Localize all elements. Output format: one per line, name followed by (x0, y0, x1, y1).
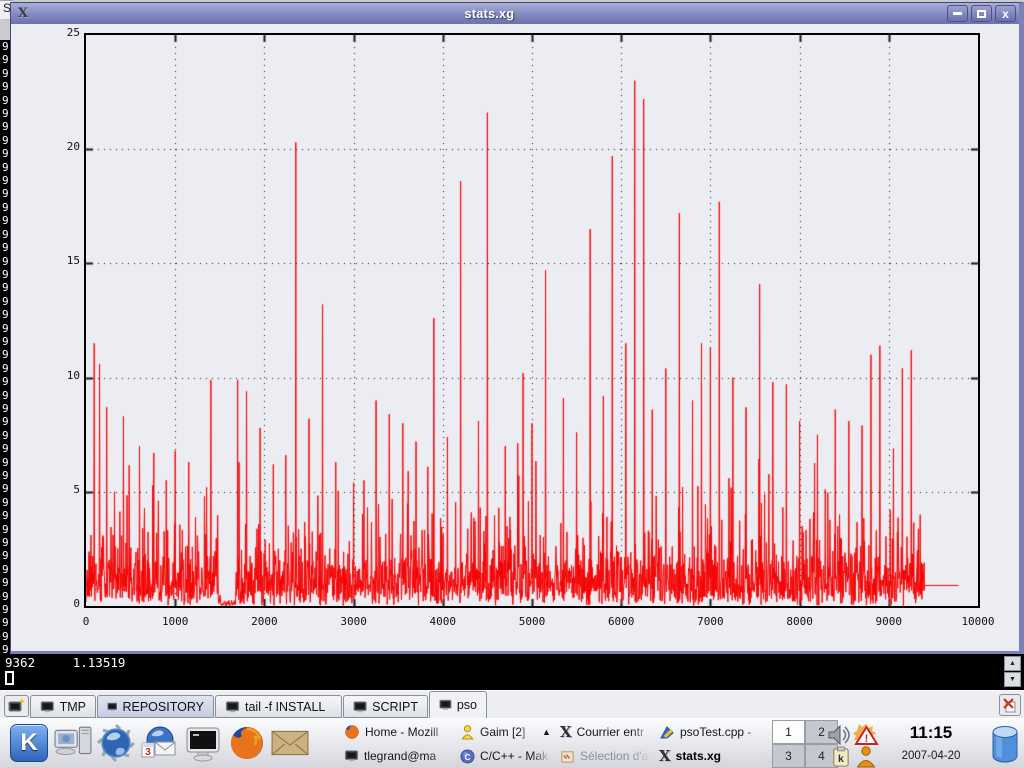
firefox-icon (344, 724, 360, 740)
taskbar-courrier[interactable]: X Courrier entr (556, 721, 653, 743)
speaker-icon (826, 723, 850, 747)
tab-pso[interactable]: pso (429, 691, 487, 718)
titlebar[interactable]: X stats.xg x (11, 3, 1019, 24)
konsole-icon (184, 724, 222, 762)
scroll-down-icon: ▼ (1009, 676, 1016, 683)
show-desktop-button[interactable] (52, 722, 94, 764)
firefox-icon (228, 724, 266, 762)
close-session-button[interactable] (999, 694, 1021, 716)
taskbar-label: Sélection d'a (580, 749, 648, 763)
taskbar-group-arrow-button[interactable]: ▲ (538, 721, 554, 743)
mail-launcher-button[interactable] (269, 722, 311, 764)
scroll-up-button[interactable]: ▲ (1004, 656, 1021, 671)
plot-frame (84, 33, 980, 608)
terminal-icon (225, 700, 240, 714)
tab-tail-install[interactable]: tail -f INSTALL (215, 695, 342, 718)
pager-label: 4 (818, 749, 825, 763)
pager-desktop-1[interactable]: 1 (772, 720, 805, 744)
tab-label: tail -f INSTALL (245, 700, 325, 714)
tab-label: pso (457, 698, 477, 712)
taskbar-label: psoTest.cpp - (680, 725, 751, 739)
cpp-icon: C (460, 749, 475, 764)
taskbar-gaim[interactable]: Gaim [2] (456, 721, 536, 743)
terminal-icon (40, 700, 55, 714)
x-app-icon: X (659, 749, 671, 764)
klipper-tray-button[interactable]: k (830, 746, 851, 768)
taskbar-label: tlegrand@ma (364, 749, 436, 763)
maximize-button[interactable] (971, 5, 992, 22)
person-icon (855, 745, 877, 768)
gaim-tray-button[interactable] (855, 745, 877, 768)
terminal-icon (107, 700, 117, 714)
kmenu-button[interactable]: K (8, 722, 50, 764)
session-tabbar: TMP REPOSITORY tail -f INSTALL SCRIPT ps… (0, 690, 1024, 718)
tab-label: REPOSITORY (122, 700, 204, 714)
pager-label: 2 (818, 725, 825, 739)
clock-time[interactable]: 11:15 (888, 723, 974, 743)
new-session-icon (8, 698, 25, 714)
x-app-icon: X (560, 725, 572, 740)
scroll-up-icon: ▲ (1009, 660, 1016, 667)
svg-text:k: k (838, 753, 844, 765)
terminal-icon (439, 698, 452, 712)
window-title: stats.xg (32, 7, 947, 21)
taskbar-label: Courrier entr (577, 725, 644, 739)
taskbar-home-mozilla[interactable]: Home - Mozill (340, 721, 454, 743)
envelope-icon (271, 728, 309, 758)
tab-label: SCRIPT (372, 700, 418, 714)
close-button[interactable]: x (995, 5, 1016, 22)
firefox-button[interactable] (226, 722, 268, 764)
svg-text:!: ! (865, 733, 869, 745)
tab-script[interactable]: SCRIPT (343, 695, 428, 718)
minimize-button[interactable] (947, 5, 968, 22)
terminal-icon (353, 700, 367, 714)
svg-text:C: C (465, 752, 471, 761)
close-icon: x (1002, 8, 1009, 20)
chart-canvas[interactable] (86, 35, 978, 606)
taskbar-tlegrand-terminal[interactable]: tlegrand@ma (340, 745, 454, 767)
taskbar-cpp[interactable]: C C/C++ - Mak (456, 745, 553, 767)
taskbar-selection[interactable]: Sélection d'a (556, 745, 653, 767)
pager-label: 3 (785, 749, 792, 763)
tab-repository[interactable]: REPOSITORY (97, 695, 214, 718)
new-session-button[interactable] (4, 695, 29, 717)
kmenu-icon: K (10, 724, 48, 762)
scroll-down-button[interactable]: ▼ (1004, 672, 1021, 687)
konqueror-globe-icon (97, 724, 135, 762)
applet-button[interactable] (990, 724, 1020, 768)
taskbar-label: stats.xg (676, 749, 721, 763)
kontact-mail-icon: 3 (140, 724, 178, 762)
kontact-button[interactable]: 3 (138, 722, 180, 764)
konqueror-button[interactable] (95, 722, 137, 764)
terminal-output: 9362 1.13519 (5, 656, 125, 670)
tab-tmp[interactable]: TMP (30, 695, 96, 718)
tab-label: TMP (60, 700, 86, 714)
window-menu-icon[interactable]: X (14, 6, 32, 21)
taskbar-psotest[interactable]: psoTest.cpp - (655, 721, 768, 743)
pager-desktop-3[interactable]: 3 (772, 744, 805, 768)
svg-text:3: 3 (145, 747, 151, 758)
cylinder-icon (990, 724, 1020, 764)
maximize-icon (977, 10, 986, 18)
desktop-icon (54, 724, 92, 762)
taskbar-label: Gaim [2] (480, 725, 525, 739)
clipboard-icon: k (830, 746, 851, 768)
gaim-icon (460, 724, 475, 740)
konsole-button[interactable] (182, 722, 224, 764)
close-session-icon (1002, 697, 1018, 713)
taskbar-label: Home - Mozill (365, 725, 438, 739)
terminal-icon (344, 749, 359, 763)
terminal-cursor (5, 671, 14, 685)
taskbar-label: C/C++ - Mak (480, 749, 548, 763)
pager-label: 1 (785, 725, 792, 739)
kicker-panel: K 3 Home - Mozill Gaim [2] ▲ X Courrier … (0, 718, 1024, 768)
taskbar-statsxg[interactable]: X stats.xg (655, 745, 768, 767)
clock-date[interactable]: 2007-04-20 (884, 750, 978, 762)
chevron-up-icon: ▲ (542, 727, 551, 737)
snapshot-icon (560, 749, 575, 764)
terminal-area[interactable]: 9362 1.13519 ▲ ▼ (0, 654, 1024, 690)
warning-triangle-icon: ! (853, 722, 880, 747)
editor-icon (659, 725, 675, 740)
minimize-icon (953, 12, 962, 15)
